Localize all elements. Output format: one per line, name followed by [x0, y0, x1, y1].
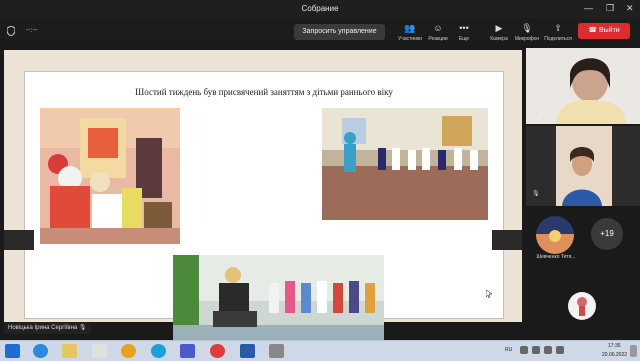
participant-avatar-small[interactable] — [568, 292, 596, 320]
start-icon[interactable] — [5, 344, 20, 358]
slide-photo-theatre — [40, 108, 180, 244]
participants-button[interactable]: 👥 Участники — [395, 22, 425, 42]
meeting-toolbar: --:-- Запросить управление 👥 Участники ☺… — [0, 18, 640, 46]
participant-video-2[interactable] — [526, 126, 640, 206]
phone-icon: ☎ — [588, 27, 598, 34]
windows-taskbar: RU 17:36 20.06.2022 — [0, 340, 640, 361]
clock-date[interactable]: 20.06.2022 — [602, 352, 627, 358]
mic-muted-icon: 🎙 — [532, 191, 540, 197]
app-icon-2[interactable] — [269, 344, 284, 358]
internet-explorer-icon[interactable] — [33, 344, 48, 358]
minimize-button[interactable]: — — [584, 3, 593, 13]
more-participants-button[interactable]: +19 — [591, 218, 623, 250]
participant-avatar[interactable] — [536, 216, 574, 254]
mic-icon: 🎙 — [78, 325, 87, 331]
clock-time[interactable]: 17:36 — [608, 343, 621, 349]
notifications-icon[interactable] — [630, 345, 637, 357]
slide-frame: Шостий тиждень був присвячений заняттям … — [4, 50, 522, 359]
shared-screen: Шостий тиждень був присвячений заняттям … — [0, 46, 526, 359]
app-icon[interactable] — [92, 344, 107, 358]
participant-name: Шевченко Тетя... — [536, 254, 576, 260]
maximize-button[interactable]: ❐ — [606, 3, 614, 13]
participants-label: Участники — [398, 36, 422, 42]
slide-title: Шостий тиждень був присвячений заняттям … — [135, 87, 393, 97]
participant-video-1[interactable] — [526, 48, 640, 124]
request-control-button[interactable]: Запросить управление — [294, 24, 385, 40]
tray-icon[interactable] — [520, 346, 528, 354]
share-button[interactable]: ⇧ Поделиться — [543, 22, 573, 42]
share-label: Поделиться — [544, 36, 572, 42]
language-indicator[interactable]: RU — [505, 347, 512, 353]
participants-icon: 👥 — [404, 23, 416, 33]
avatar — [536, 216, 574, 254]
speaker-name: Новіцька Ірина Сергіївна — [8, 325, 78, 331]
file-explorer-icon[interactable] — [62, 344, 77, 358]
left-dock-handle — [4, 230, 34, 250]
more-icon: ••• — [459, 23, 469, 33]
avatar — [568, 292, 596, 320]
window-titlebar: Собрание — ❐ ✕ — [0, 0, 640, 18]
teams-icon[interactable] — [180, 344, 195, 358]
battery-icon[interactable] — [556, 346, 564, 354]
network-icon[interactable] — [532, 346, 540, 354]
leave-button[interactable]: ☎ Выйти — [578, 23, 630, 39]
participant-gallery: 🎙 🎙 Шевченко Тетя... +19 — [526, 46, 640, 322]
volume-icon[interactable] — [544, 346, 552, 354]
microphone-off-icon: 🎙 — [521, 23, 533, 33]
microphone-label: Микрофон — [514, 36, 540, 42]
meeting-timer: --:-- — [26, 27, 38, 34]
microphone-button[interactable]: 🎙 Микрофон — [512, 22, 542, 42]
leave-label: Выйти — [598, 27, 620, 34]
active-speaker-label: Новіцька Ірина Сергіївна 🎙 — [4, 322, 91, 334]
camera-button[interactable]: ▶ Камера — [484, 22, 514, 42]
yandex-icon[interactable] — [210, 344, 225, 358]
chrome-icon[interactable] — [121, 344, 136, 358]
presentation-slide: Шостий тиждень був присвячений заняттям … — [24, 71, 504, 359]
slide-photo-gym — [322, 108, 488, 220]
share-icon: ⇧ — [554, 23, 562, 33]
mouse-cursor-icon — [486, 290, 492, 298]
right-dock-handle — [492, 230, 522, 250]
camera-label: Камера — [490, 36, 508, 42]
window-title: Собрание — [301, 4, 339, 13]
mic-muted-icon: 🎙 — [532, 111, 540, 117]
camera-off-icon: ▶ — [495, 23, 503, 33]
edge-icon[interactable] — [151, 344, 166, 358]
more-label: Еще — [458, 36, 470, 42]
word-icon[interactable] — [240, 344, 255, 358]
more-button[interactable]: ••• Еще — [449, 22, 479, 42]
shield-icon[interactable] — [7, 26, 15, 36]
close-button[interactable]: ✕ — [626, 3, 634, 13]
